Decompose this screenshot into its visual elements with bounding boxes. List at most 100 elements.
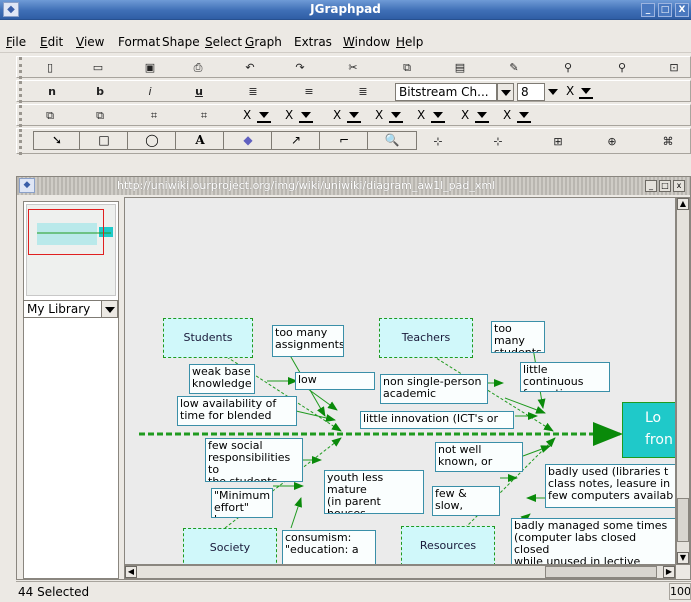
align-right-icon[interactable]: ≣: [352, 84, 374, 100]
font-family-select[interactable]: Bitstream Ch...: [395, 83, 497, 101]
line-style-select[interactable]: X: [285, 108, 293, 122]
toolbar-grip[interactable]: [19, 129, 31, 155]
minimize-button[interactable]: _: [641, 3, 655, 17]
orthogonal-edge-icon[interactable]: ⌐: [319, 131, 369, 150]
effect-node[interactable]: Lo fron: [622, 402, 675, 458]
layout-circle-icon[interactable]: ⊕: [601, 134, 623, 150]
new-icon[interactable]: ▯: [39, 60, 61, 76]
note-little-innovation[interactable]: little innovation (ICT's or: [360, 411, 514, 429]
title-bar[interactable]: ◆ JGraphpad _ □ X: [0, 0, 691, 20]
text-tool[interactable]: A: [175, 131, 225, 150]
society-node[interactable]: Society: [183, 528, 277, 564]
overview-viewport[interactable]: [28, 209, 104, 255]
scroll-left-icon[interactable]: ◀: [125, 566, 137, 578]
menu-extras[interactable]: Extras: [294, 35, 332, 49]
open-icon[interactable]: ▭: [87, 60, 109, 76]
find-next-icon[interactable]: ⚲: [611, 60, 633, 76]
doc-close-button[interactable]: x: [673, 180, 685, 192]
note-not-well-known[interactable]: not well known, or: [435, 442, 523, 472]
graph-overview[interactable]: [26, 204, 116, 296]
menu-format[interactable]: Format: [118, 35, 160, 49]
students-node[interactable]: Students: [163, 318, 253, 358]
bold-n-button[interactable]: n: [41, 84, 63, 100]
menu-help[interactable]: Help: [396, 35, 423, 49]
copy-icon[interactable]: ⧉: [396, 60, 418, 76]
toolbar-grip[interactable]: [19, 81, 31, 103]
line-style-select[interactable]: X: [461, 108, 469, 122]
edge-tool-icon[interactable]: ↗: [271, 131, 321, 150]
toolbar-grip[interactable]: [19, 57, 31, 79]
note-little-continuous[interactable]: little continuous formation: [520, 362, 610, 392]
document-title-bar[interactable]: ◆ http://uniwiki.ourproject.org/img/wiki…: [17, 177, 690, 195]
toolbar-grip[interactable]: [19, 105, 31, 127]
italic-button[interactable]: i: [139, 84, 161, 100]
paste-icon[interactable]: ▤: [449, 60, 471, 76]
undo-icon[interactable]: ↶: [239, 60, 261, 76]
teachers-node[interactable]: Teachers: [379, 318, 473, 358]
layout-org-icon[interactable]: ⊹: [487, 134, 509, 150]
underline-button[interactable]: u: [188, 84, 210, 100]
ellipse-tool-icon[interactable]: ◯: [127, 131, 177, 150]
menu-graph[interactable]: Graph: [245, 35, 282, 49]
save-icon[interactable]: ▣: [139, 60, 161, 76]
doc-maximize-button[interactable]: □: [659, 180, 671, 192]
line-style-select[interactable]: X: [243, 108, 251, 122]
menu-edit[interactable]: Edit: [40, 35, 63, 49]
diamond-tool-icon[interactable]: ◆: [223, 131, 273, 150]
document-icon[interactable]: ◆: [19, 178, 35, 193]
font-family-dropdown[interactable]: [497, 83, 514, 101]
zoom-tool-icon[interactable]: 🔍: [367, 131, 417, 150]
note-minimum-effort[interactable]: "Minimum effort" law: [211, 488, 273, 518]
note-badly-used[interactable]: badly used (libraries t class notes, lea…: [545, 464, 675, 508]
chevron-down-icon[interactable]: [301, 112, 311, 118]
font-size-dropdown[interactable]: [545, 83, 562, 101]
resources-node[interactable]: Resources: [401, 526, 495, 564]
menu-view[interactable]: View: [76, 35, 104, 49]
note-too-many-students[interactable]: too many students: [491, 321, 545, 353]
vertical-scrollbar[interactable]: ▲ ▼: [676, 197, 690, 565]
note-low[interactable]: low: [295, 372, 375, 390]
rectangle-tool-icon[interactable]: □: [79, 131, 129, 150]
layout-spring-icon[interactable]: ⌘: [657, 134, 679, 150]
find-icon[interactable]: ⚲: [557, 60, 579, 76]
maximize-button[interactable]: □: [658, 3, 672, 17]
chevron-down-icon[interactable]: [433, 112, 443, 118]
note-too-many-assignments[interactable]: too many assignments: [272, 325, 344, 357]
edit-icon[interactable]: ✎: [503, 60, 525, 76]
note-badly-managed[interactable]: badly managed some times (computer labs …: [511, 518, 675, 564]
note-consumism[interactable]: consumism: "education: a: [282, 530, 376, 564]
note-weak-base[interactable]: weak base knowledge: [189, 364, 255, 394]
horizontal-scrollbar[interactable]: ◀ ▶: [124, 565, 676, 579]
group-icon[interactable]: ⧉: [39, 108, 61, 124]
note-low-availability[interactable]: low availability of time for blended: [177, 396, 297, 426]
select-tool-icon[interactable]: ➘: [33, 131, 81, 150]
align-center-icon[interactable]: ≡: [298, 84, 320, 100]
menu-file[interactable]: File: [6, 35, 26, 49]
chevron-down-icon[interactable]: [519, 112, 529, 118]
line-style-select[interactable]: X: [417, 108, 425, 122]
vertical-scroll-thumb[interactable]: [677, 498, 689, 542]
note-non-single-person[interactable]: non single-person academic: [380, 374, 488, 404]
line-style-select[interactable]: X: [503, 108, 511, 122]
menu-window[interactable]: Window: [343, 35, 390, 49]
scroll-down-icon[interactable]: ▼: [677, 552, 689, 564]
back-icon[interactable]: ⌗: [193, 108, 215, 124]
chevron-down-icon[interactable]: [477, 112, 487, 118]
close-button[interactable]: X: [675, 3, 689, 17]
ungroup-icon[interactable]: ⧉: [89, 108, 111, 124]
scroll-right-icon[interactable]: ▶: [663, 566, 675, 578]
library-dropdown[interactable]: [101, 300, 118, 318]
color-select[interactable]: X: [566, 84, 574, 98]
line-style-select[interactable]: X: [375, 108, 383, 122]
note-few-slow[interactable]: few & slow, some times: [432, 486, 500, 516]
horizontal-scroll-thumb[interactable]: [545, 566, 657, 578]
font-size-select[interactable]: 8: [517, 83, 545, 101]
layout-grid-icon[interactable]: ⊞: [547, 134, 569, 150]
layout-tree-icon[interactable]: ⊹: [427, 134, 449, 150]
cut-icon[interactable]: ✂: [342, 60, 364, 76]
print-icon[interactable]: ⎙: [187, 60, 209, 76]
front-icon[interactable]: ⌗: [143, 108, 165, 124]
chevron-down-icon[interactable]: [259, 112, 269, 118]
chevron-down-icon[interactable]: [581, 88, 591, 94]
graph-canvas[interactable]: Students Teachers Society Resources Lo f…: [124, 197, 676, 565]
